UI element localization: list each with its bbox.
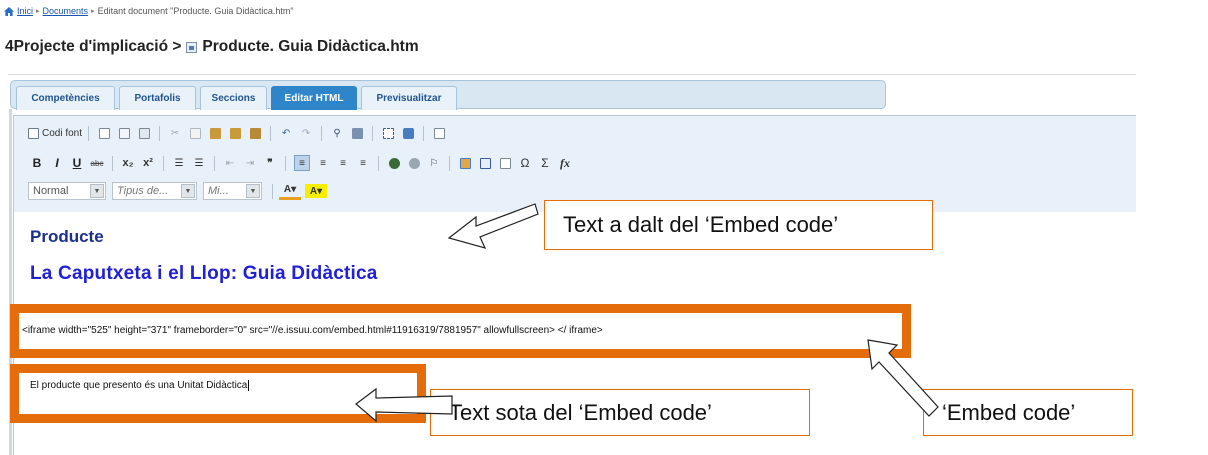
arrow-left-upper-icon [447,203,539,249]
arrow-up-diagonal-icon [867,339,939,417]
arrow-left-lower-icon [355,387,453,423]
annotation-arrows [355,203,939,423]
